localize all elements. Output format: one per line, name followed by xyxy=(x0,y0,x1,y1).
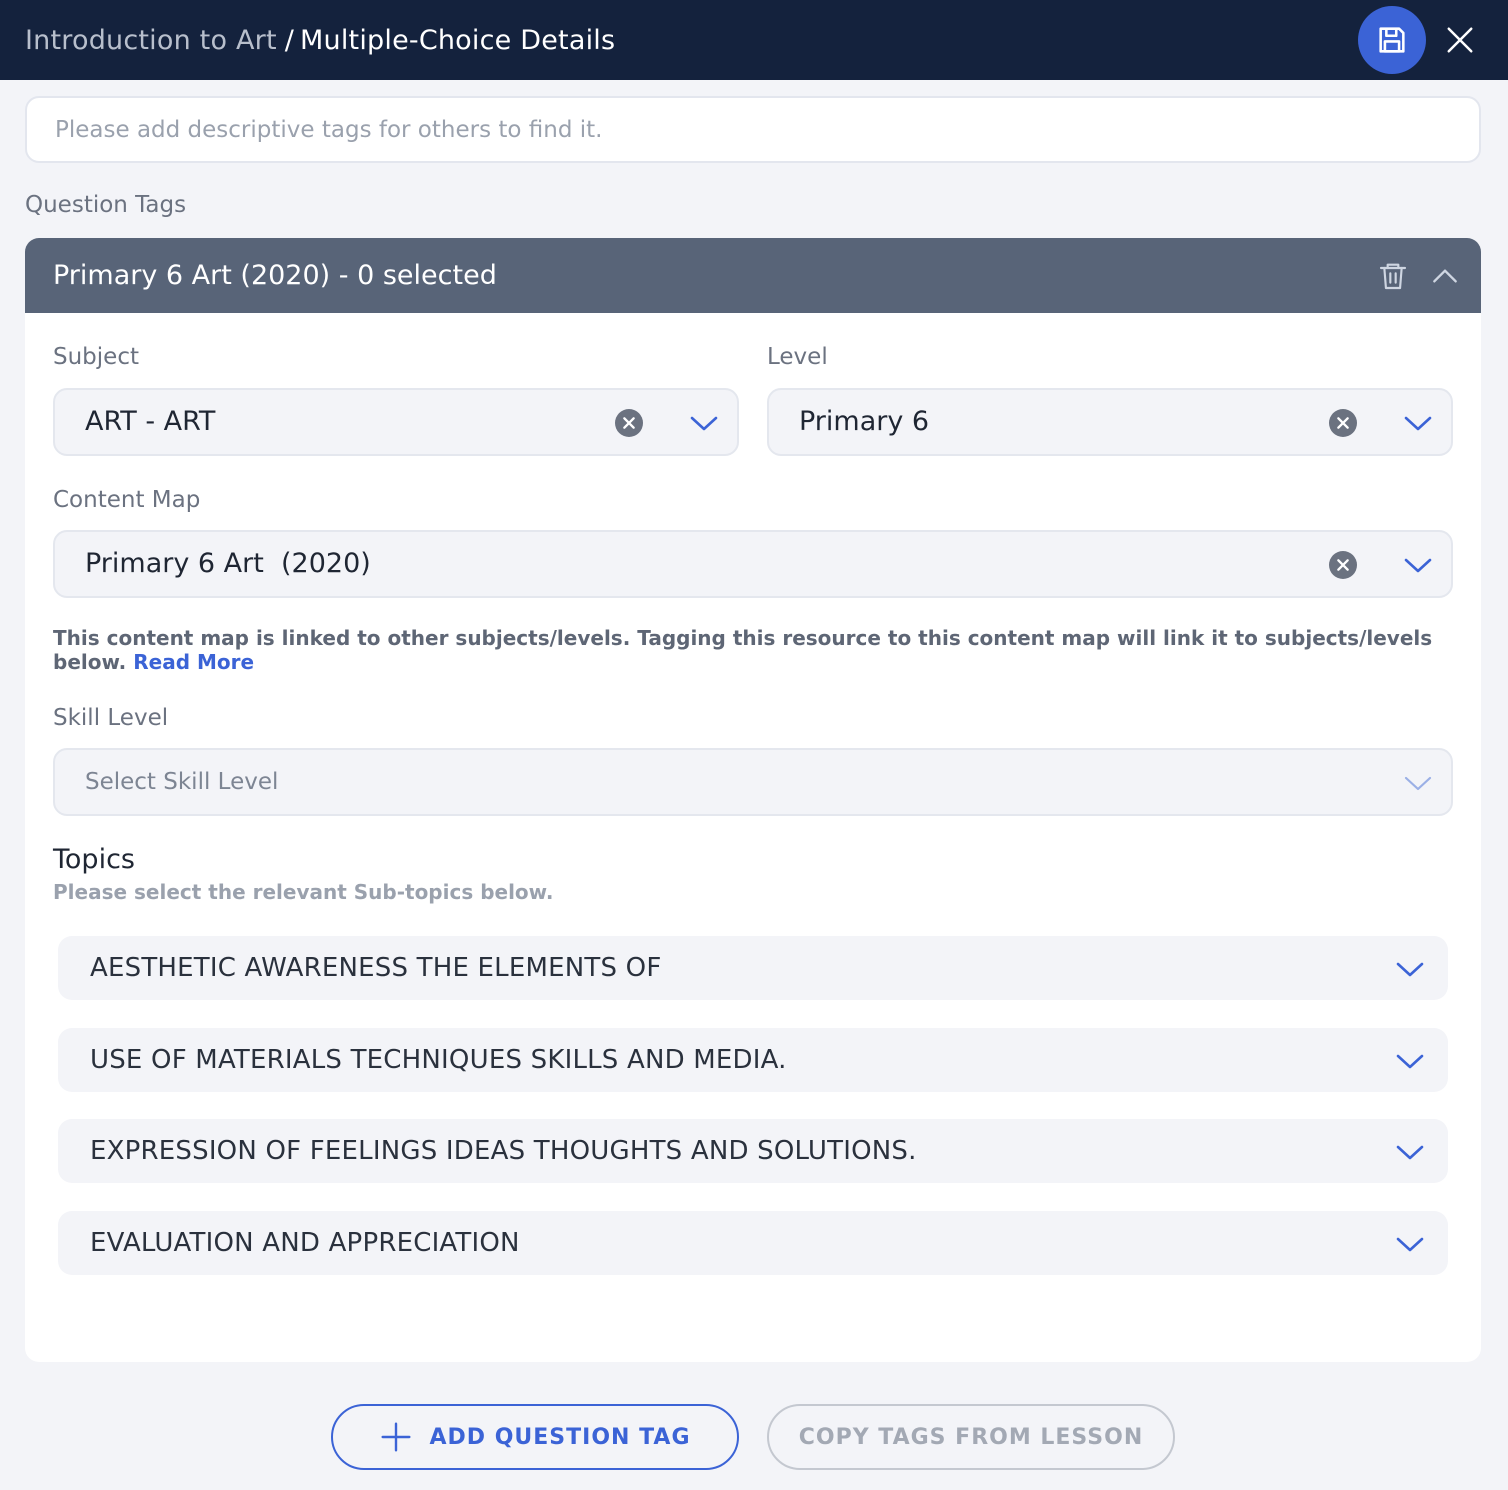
copy-tags-label: COPY TAGS FROM LESSON xyxy=(798,1424,1144,1450)
page-title: Multiple-Choice Details xyxy=(300,24,616,56)
copy-tags-from-lesson-button[interactable]: COPY TAGS FROM LESSON xyxy=(767,1404,1175,1470)
question-tags-label: Question Tags xyxy=(25,192,187,218)
chevron-down-icon[interactable] xyxy=(1395,956,1425,982)
level-select[interactable]: Primary 6 xyxy=(767,388,1453,456)
read-more-link[interactable]: Read More xyxy=(133,650,254,674)
chevron-down-icon[interactable] xyxy=(1395,1139,1425,1165)
skill-level-label: Skill Level xyxy=(53,705,169,731)
clear-level-icon[interactable] xyxy=(1329,409,1357,437)
topics-subtitle: Please select the relevant Sub-topics be… xyxy=(53,880,554,904)
topic-item[interactable]: USE OF MATERIALS TECHNIQUES SKILLS AND M… xyxy=(58,1028,1448,1092)
clear-content-map-icon[interactable] xyxy=(1329,551,1357,579)
level-label: Level xyxy=(767,344,828,370)
chevron-down-icon[interactable] xyxy=(1403,770,1433,796)
close-icon xyxy=(1447,27,1473,53)
floppy-disk-icon xyxy=(1379,27,1405,53)
chevron-down-icon[interactable] xyxy=(1395,1048,1425,1074)
add-question-tag-label: ADD QUESTION TAG xyxy=(429,1424,691,1450)
breadcrumb-separator: / xyxy=(284,24,295,56)
question-tag-card-header[interactable]: Primary 6 Art (2020) - 0 selected xyxy=(25,238,1481,313)
level-value: Primary 6 xyxy=(799,406,930,437)
plus-icon xyxy=(380,1422,411,1452)
skill-level-select[interactable]: Select Skill Level xyxy=(53,748,1453,816)
subject-value: ART - ART xyxy=(85,406,216,437)
clear-subject-icon[interactable] xyxy=(615,409,643,437)
topic-label: EVALUATION AND APPRECIATION xyxy=(90,1228,520,1258)
question-tag-card-title: Primary 6 Art (2020) - 0 selected xyxy=(53,260,497,291)
topic-label: USE OF MATERIALS TECHNIQUES SKILLS AND M… xyxy=(90,1045,787,1075)
content-map-note-text: This content map is linked to other subj… xyxy=(53,626,1433,674)
topic-item[interactable]: EVALUATION AND APPRECIATION xyxy=(58,1211,1448,1275)
breadcrumb-parent[interactable]: Introduction to Art xyxy=(25,25,277,56)
chevron-down-icon[interactable] xyxy=(1395,1231,1425,1257)
chevron-down-icon[interactable] xyxy=(1403,552,1433,578)
trash-icon[interactable] xyxy=(1377,260,1409,292)
subject-select[interactable]: ART - ART xyxy=(53,388,739,456)
topic-label: AESTHETIC AWARENESS THE ELEMENTS OF xyxy=(90,953,662,983)
question-tag-card: Primary 6 Art (2020) - 0 selected Subjec… xyxy=(25,238,1481,1362)
content-map-value: Primary 6 Art (2020) xyxy=(85,548,371,579)
content-map-note: This content map is linked to other subj… xyxy=(53,626,1453,674)
topic-label: EXPRESSION OF FEELINGS IDEAS THOUGHTS AN… xyxy=(90,1136,917,1166)
skill-level-placeholder: Select Skill Level xyxy=(85,769,279,795)
subject-label: Subject xyxy=(53,344,139,370)
topic-item[interactable]: EXPRESSION OF FEELINGS IDEAS THOUGHTS AN… xyxy=(58,1119,1448,1183)
save-button[interactable] xyxy=(1358,6,1426,74)
header-bar: Introduction to Art / Multiple-Choice Deta… xyxy=(0,0,1508,80)
topic-item[interactable]: AESTHETIC AWARENESS THE ELEMENTS OF xyxy=(58,936,1448,1000)
content-map-select[interactable]: Primary 6 Art (2020) xyxy=(53,530,1453,598)
breadcrumb: Introduction to Art / Multiple-Choice Deta… xyxy=(25,25,615,56)
chevron-down-icon[interactable] xyxy=(689,410,719,436)
descriptive-tags-input[interactable] xyxy=(25,96,1481,163)
chevron-down-icon[interactable] xyxy=(1403,410,1433,436)
topics-title: Topics xyxy=(53,844,135,875)
add-question-tag-button[interactable]: ADD QUESTION TAG xyxy=(331,1404,739,1470)
chevron-up-icon[interactable] xyxy=(1429,260,1461,292)
close-button[interactable] xyxy=(1440,20,1480,60)
content-map-label: Content Map xyxy=(53,487,201,513)
